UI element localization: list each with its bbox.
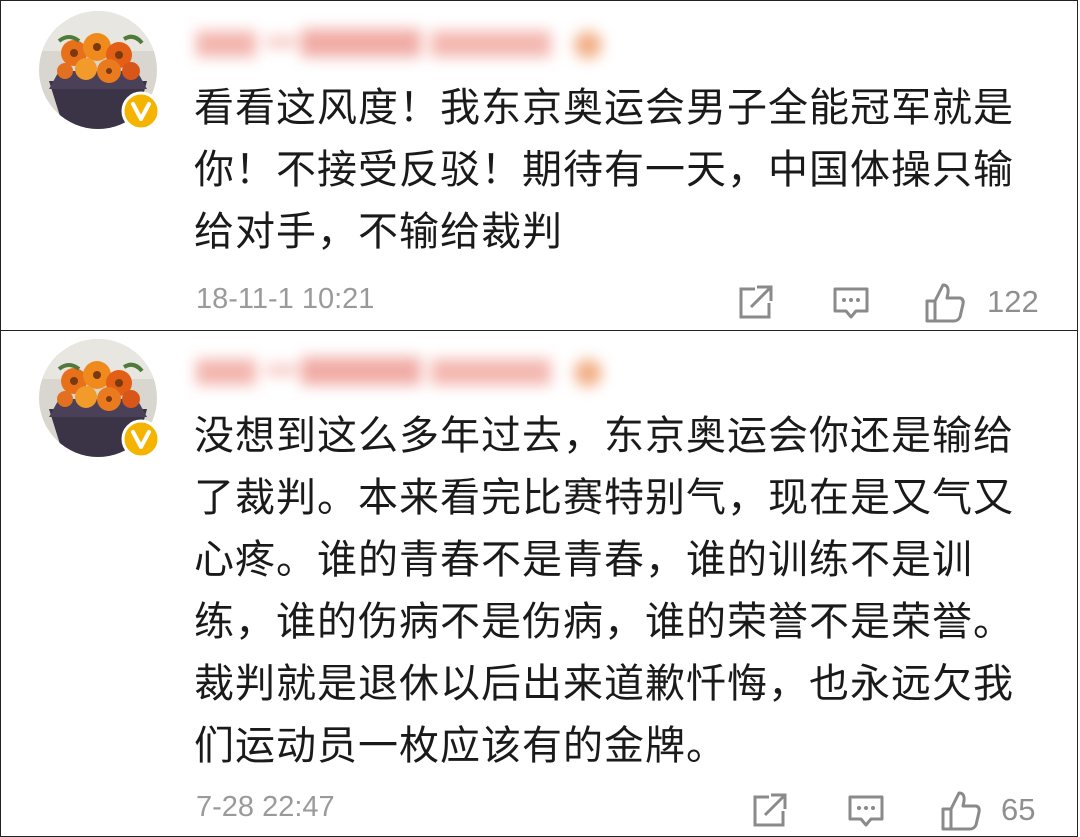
like-icon[interactable] xyxy=(939,789,983,833)
like-count: 65 xyxy=(1001,792,1036,827)
verified-badge-icon xyxy=(121,419,161,459)
username-blurred[interactable] xyxy=(196,351,616,391)
username-blurred[interactable] xyxy=(196,23,616,63)
comment-text: 没想到这么多年过去，东京奥运会你还是输给 了裁判。本来看完比赛特别气，现在是又气… xyxy=(194,413,1014,769)
verified-badge-icon xyxy=(121,91,161,131)
comment-card: 没想到这么多年过去，东京奥运会你还是输给 了裁判。本来看完比赛特别气，现在是又气… xyxy=(0,330,1078,837)
comment-timestamp: 7-28 22:47 xyxy=(196,791,335,823)
share-icon[interactable] xyxy=(749,791,789,831)
comment-timestamp: 18-11-1 10:21 xyxy=(196,283,375,315)
avatar[interactable] xyxy=(39,339,161,459)
like-icon[interactable] xyxy=(923,281,967,325)
comment-icon[interactable] xyxy=(846,791,886,831)
like-count: 122 xyxy=(987,284,1039,319)
share-icon[interactable] xyxy=(735,283,775,323)
avatar[interactable] xyxy=(39,11,161,131)
comment-text: 看看这风度！我东京奥运会男子全能冠军就是 你！不接受反驳！期待有一天，中国体操只… xyxy=(194,85,1014,255)
comment-card: 看看这风度！我东京奥运会男子全能冠军就是 你！不接受反驳！期待有一天，中国体操只… xyxy=(0,0,1078,331)
comment-icon[interactable] xyxy=(831,283,871,323)
